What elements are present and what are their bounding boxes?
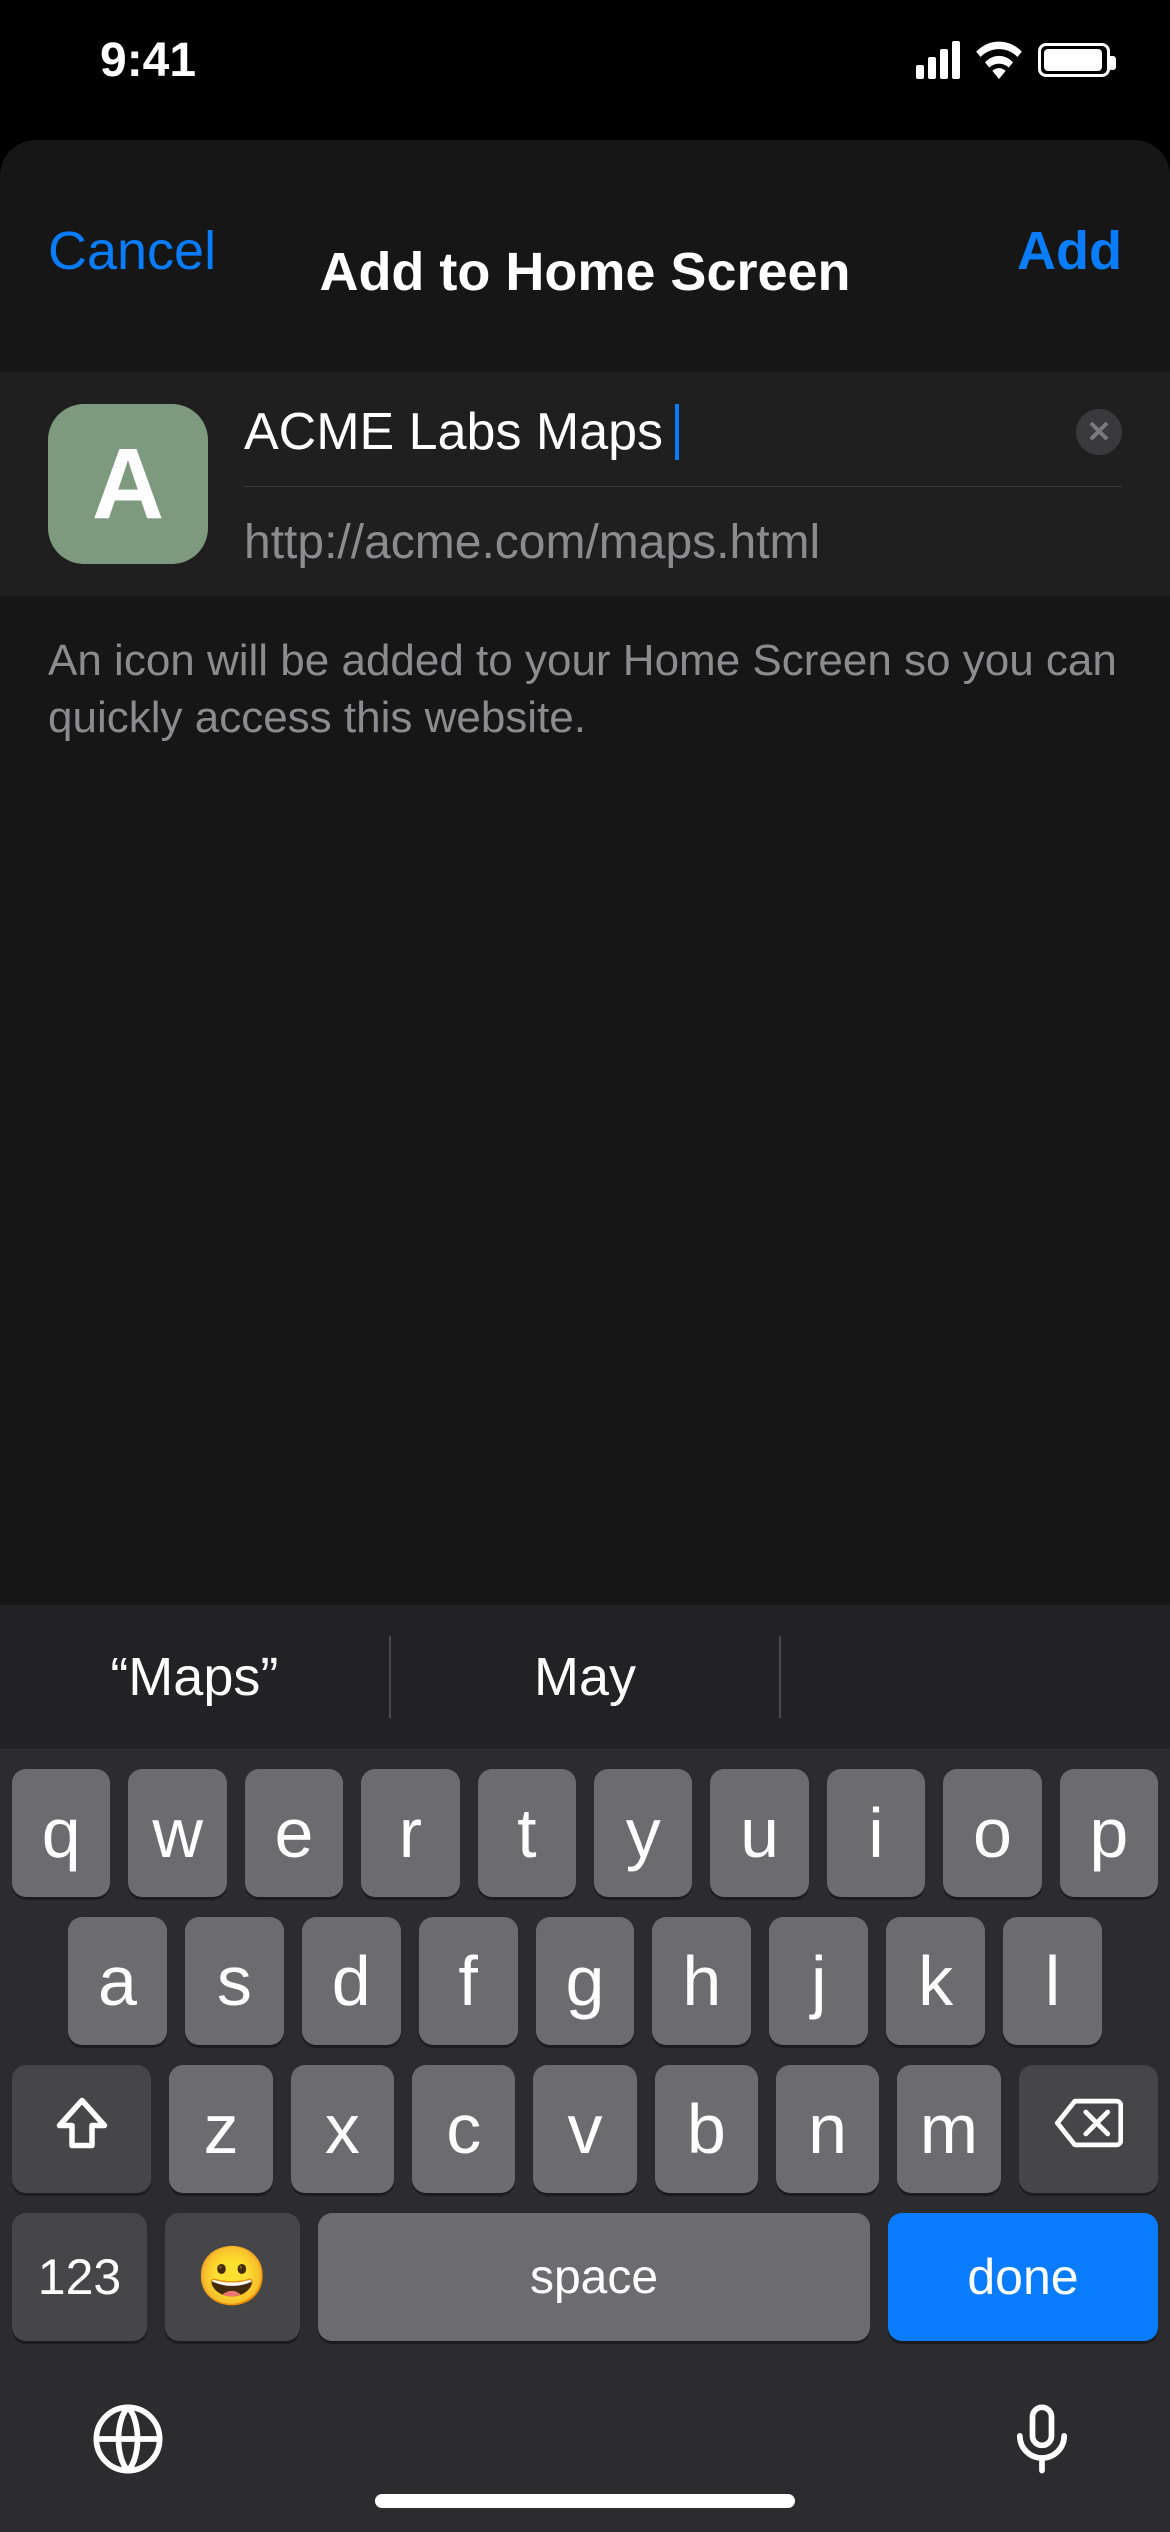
status-bar: 9:41 <box>0 0 1170 140</box>
emoji-key[interactable]: 😀 <box>165 2213 300 2341</box>
bookmark-icon-preview: A <box>48 404 208 564</box>
key-r[interactable]: r <box>361 1769 459 1897</box>
done-key[interactable]: done <box>888 2213 1158 2341</box>
dictation-key[interactable] <box>1004 2401 1080 2482</box>
key-row-4: 123 😀 space done <box>0 2193 1170 2341</box>
key-o[interactable]: o <box>943 1769 1041 1897</box>
key-t[interactable]: t <box>478 1769 576 1897</box>
key-v[interactable]: v <box>533 2065 636 2193</box>
bookmark-title-text: ACME Labs Maps <box>244 402 663 462</box>
home-indicator[interactable] <box>375 2494 795 2508</box>
key-b[interactable]: b <box>655 2065 758 2193</box>
mic-icon <box>1004 2464 1080 2481</box>
battery-icon <box>1038 43 1110 77</box>
key-f[interactable]: f <box>419 1917 518 2045</box>
bookmark-form: A ACME Labs Maps ✕ http://acme.com/maps.… <box>0 372 1170 596</box>
text-cursor <box>675 404 679 460</box>
key-p[interactable]: p <box>1060 1769 1158 1897</box>
shift-icon <box>52 2093 112 2166</box>
sheet-header: Cancel Add to Home Screen Add <box>0 140 1170 372</box>
key-h[interactable]: h <box>652 1917 751 2045</box>
shift-key[interactable] <box>12 2065 151 2193</box>
key-e[interactable]: e <box>245 1769 343 1897</box>
key-a[interactable]: a <box>68 1917 167 2045</box>
key-x[interactable]: x <box>291 2065 394 2193</box>
bookmark-url: http://acme.com/maps.html <box>244 487 1122 570</box>
add-button[interactable]: Add <box>1017 220 1122 282</box>
key-y[interactable]: y <box>594 1769 692 1897</box>
backspace-icon <box>1053 2096 1123 2163</box>
key-j[interactable]: j <box>769 1917 868 2045</box>
key-row-2: a s d f g h j k l <box>0 1897 1170 2045</box>
key-q[interactable]: q <box>12 1769 110 1897</box>
key-row-3: z x c v b n m <box>0 2045 1170 2193</box>
delete-key[interactable] <box>1019 2065 1158 2193</box>
globe-key[interactable] <box>90 2401 166 2482</box>
keyboard: “Maps” May q w e r t y u i o p a s d f g… <box>0 1605 1170 2532</box>
space-key[interactable]: space <box>318 2213 870 2341</box>
wifi-icon <box>976 41 1022 79</box>
key-d[interactable]: d <box>302 1917 401 2045</box>
key-m[interactable]: m <box>897 2065 1000 2193</box>
cancel-button[interactable]: Cancel <box>48 220 216 282</box>
key-g[interactable]: g <box>536 1917 635 2045</box>
status-indicators <box>916 41 1110 79</box>
x-icon: ✕ <box>1086 415 1111 450</box>
suggestion-1[interactable]: “Maps” <box>0 1646 389 1708</box>
helper-text: An icon will be added to your Home Scree… <box>0 596 1170 746</box>
suggestion-bar: “Maps” May <box>0 1605 1170 1749</box>
bookmark-title-input[interactable]: ACME Labs Maps ✕ <box>244 398 1122 487</box>
key-n[interactable]: n <box>776 2065 879 2193</box>
key-w[interactable]: w <box>128 1769 226 1897</box>
key-row-1: q w e r t y u i o p <box>0 1749 1170 1897</box>
cellular-icon <box>916 41 960 79</box>
key-u[interactable]: u <box>710 1769 808 1897</box>
status-time: 9:41 <box>100 33 196 88</box>
key-z[interactable]: z <box>169 2065 272 2193</box>
key-l[interactable]: l <box>1003 1917 1102 2045</box>
key-i[interactable]: i <box>827 1769 925 1897</box>
key-s[interactable]: s <box>185 1917 284 2045</box>
key-k[interactable]: k <box>886 1917 985 2045</box>
emoji-icon: 😀 <box>196 2243 268 2311</box>
globe-icon <box>90 2464 166 2481</box>
numbers-key[interactable]: 123 <box>12 2213 147 2341</box>
clear-text-button[interactable]: ✕ <box>1076 409 1122 455</box>
add-to-home-sheet: Cancel Add to Home Screen Add A ACME Lab… <box>0 140 1170 2532</box>
keyboard-bottom-bar <box>0 2341 1170 2512</box>
suggestion-2[interactable]: May <box>391 1646 780 1708</box>
key-c[interactable]: c <box>412 2065 515 2193</box>
